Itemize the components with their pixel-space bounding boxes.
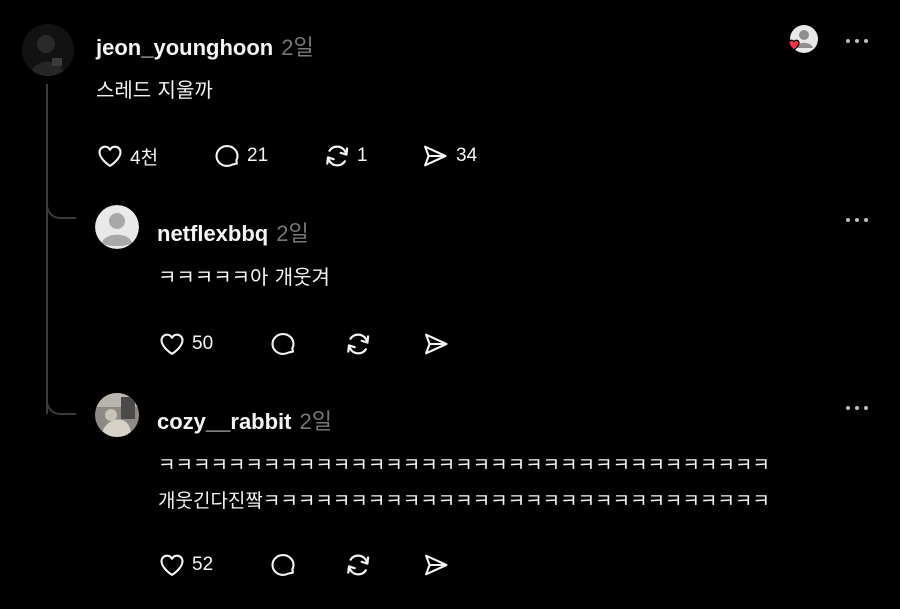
avatar[interactable] bbox=[95, 393, 139, 437]
share-button[interactable] bbox=[421, 550, 451, 580]
thread-connector-line bbox=[46, 84, 48, 414]
share-count: 34 bbox=[456, 145, 478, 166]
repost-icon bbox=[347, 554, 370, 576]
repost-button[interactable]: 1 bbox=[322, 141, 368, 171]
post-text: 스레드 지울까 bbox=[96, 78, 213, 102]
thread-branch-2 bbox=[46, 391, 76, 415]
avatar[interactable] bbox=[22, 24, 74, 76]
comment-username[interactable]: netflexbbq 2일 bbox=[157, 216, 309, 248]
username-text[interactable]: cozy__rabbit bbox=[157, 409, 292, 434]
reply-button[interactable] bbox=[269, 550, 297, 580]
heart-icon bbox=[98, 145, 122, 167]
heart-icon bbox=[160, 333, 184, 355]
heart-icon bbox=[160, 554, 184, 576]
comment-text: ㅋㅋㅋㅋㅋ아 개웃겨 bbox=[158, 265, 330, 289]
comment-bubble-icon bbox=[271, 554, 295, 576]
send-icon bbox=[425, 554, 448, 576]
more-options-button[interactable] bbox=[845, 401, 871, 415]
share-button[interactable] bbox=[421, 329, 451, 359]
post-time: 2일 bbox=[281, 35, 314, 60]
send-icon bbox=[424, 145, 447, 167]
default-user-icon bbox=[95, 205, 139, 249]
comment-text-line: ㅋㅋㅋㅋㅋㅋㅋㅋㅋㅋㅋㅋㅋㅋㅋㅋㅋㅋㅋㅋㅋㅋㅋㅋㅋㅋㅋㅋㅋㅋㅋㅋㅋㅋㅋ bbox=[158, 454, 770, 476]
like-count: 52 bbox=[192, 554, 214, 575]
repost-icon bbox=[347, 333, 370, 355]
comment-bubble-icon bbox=[271, 333, 295, 355]
comment-time: 2일 bbox=[299, 409, 332, 434]
username-text[interactable]: netflexbbq bbox=[157, 221, 268, 246]
repost-button[interactable] bbox=[343, 329, 375, 359]
avatar-with-heart-icon bbox=[788, 25, 818, 53]
comment-text-line: 개웃긴다진짴ㅋㅋㅋㅋㅋㅋㅋㅋㅋㅋㅋㅋㅋㅋㅋㅋㅋㅋㅋㅋㅋㅋㅋㅋㅋㅋㅋㅋㅋ bbox=[158, 490, 770, 512]
like-button[interactable]: 4천 bbox=[96, 141, 158, 171]
like-count: 4천 bbox=[130, 147, 159, 169]
reply-button[interactable]: 21 bbox=[213, 141, 268, 171]
reply-button[interactable] bbox=[269, 329, 297, 359]
send-icon bbox=[425, 333, 448, 355]
reply-count: 21 bbox=[247, 145, 269, 166]
repost-count: 1 bbox=[357, 145, 368, 166]
comment-time: 2일 bbox=[276, 221, 309, 246]
avatar[interactable] bbox=[95, 205, 139, 249]
liked-by-indicator[interactable] bbox=[786, 24, 820, 58]
comment-username[interactable]: cozy__rabbit 2일 bbox=[157, 404, 332, 436]
profile-photo-icon bbox=[95, 393, 139, 437]
profile-photo-icon bbox=[22, 24, 74, 76]
repost-button[interactable] bbox=[343, 550, 375, 580]
more-options-button[interactable] bbox=[845, 34, 871, 48]
share-button[interactable]: 34 bbox=[420, 141, 477, 171]
username-text[interactable]: jeon_younghoon bbox=[96, 35, 273, 60]
more-options-button[interactable] bbox=[845, 213, 871, 227]
like-count: 50 bbox=[192, 333, 214, 354]
like-button[interactable]: 50 bbox=[158, 329, 213, 359]
thread-branch-1 bbox=[46, 195, 76, 219]
post-username[interactable]: jeon_younghoon 2일 bbox=[96, 30, 314, 62]
comment-bubble-icon bbox=[215, 145, 239, 167]
repost-icon bbox=[326, 145, 349, 167]
like-button[interactable]: 52 bbox=[158, 550, 213, 580]
